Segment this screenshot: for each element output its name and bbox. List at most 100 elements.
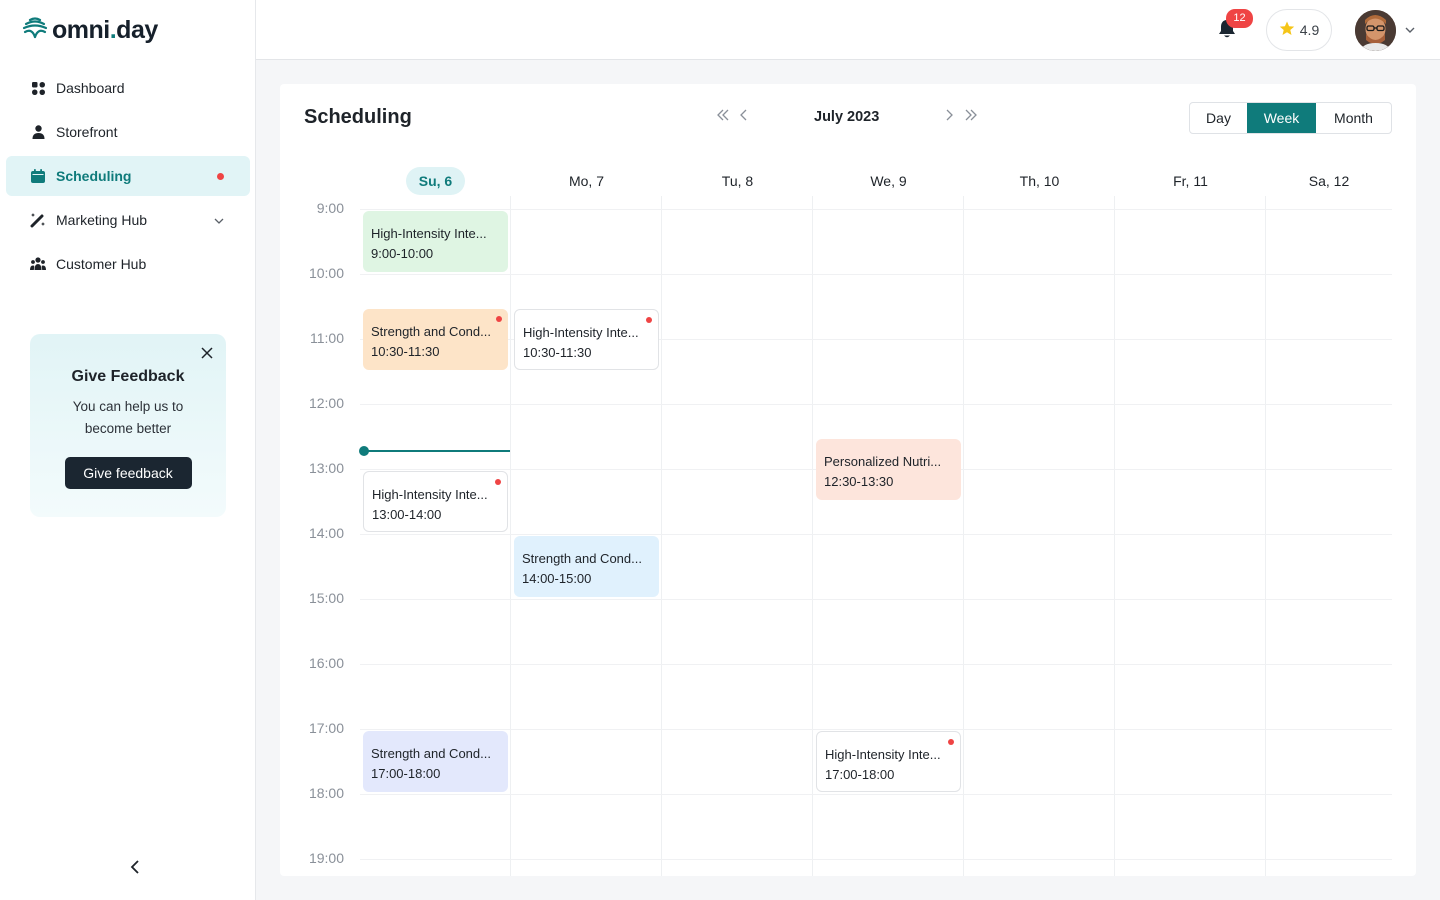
- hour-label: 15:00: [308, 590, 344, 606]
- event-title: Personalized Nutri...: [824, 453, 942, 469]
- current-time-dot: [359, 445, 369, 456]
- day-header-label: Sa, 12: [1308, 173, 1350, 189]
- day-header-label: We, 9: [870, 173, 907, 189]
- event-title: High-Intensity Inte...: [825, 747, 941, 762]
- previous-month-button[interactable]: [737, 108, 749, 126]
- event-notification-dot: [948, 739, 954, 745]
- star-icon: [1279, 21, 1295, 39]
- sidebar-item-customer-hub[interactable]: Customer Hub: [6, 244, 250, 284]
- chevron-down-icon[interactable]: [214, 213, 224, 229]
- magic-wand-icon: [30, 212, 46, 228]
- sidebar-item-label: Storefront: [56, 124, 118, 140]
- column-divider: [510, 196, 511, 876]
- day-header[interactable]: Mo, 7: [511, 166, 662, 196]
- sidebar-item-scheduling[interactable]: Scheduling: [6, 156, 250, 196]
- event-title: Strength and Cond...: [371, 746, 491, 761]
- hour-label: 14:00: [308, 525, 344, 541]
- hour-label: 12:00: [308, 395, 344, 411]
- day-header[interactable]: Su, 6: [360, 166, 511, 196]
- event-time: 14:00-15:00: [522, 571, 592, 586]
- day-header[interactable]: Tu, 8: [662, 166, 813, 196]
- hour-gridline: [360, 404, 1392, 405]
- current-time-line: [364, 449, 510, 452]
- previous-year-button[interactable]: [716, 108, 730, 126]
- event-time: 10:30-11:30: [523, 344, 592, 360]
- next-month-button[interactable]: [944, 108, 956, 126]
- hour-label: 19:00: [308, 850, 344, 866]
- chevron-down-icon[interactable]: [1404, 23, 1416, 41]
- sidebar-item-marketing-hub[interactable]: Marketing Hub: [6, 200, 250, 240]
- collapse-sidebar-icon[interactable]: [128, 859, 142, 875]
- calendar-event[interactable]: High-Intensity Inte... 17:00-18:00: [816, 731, 961, 792]
- day-header[interactable]: Fr, 11: [1115, 166, 1266, 196]
- day-header-label: Fr, 11: [1173, 173, 1208, 189]
- notification-count-badge: 12: [1226, 9, 1253, 28]
- calendar-event[interactable]: Strength and Cond... 14:00-15:00: [514, 536, 659, 597]
- sidebar-item-dashboard[interactable]: Dashboard: [6, 68, 250, 108]
- give-feedback-button[interactable]: Give feedback: [64, 457, 192, 489]
- scheduling-card: Scheduling July 2023 Day Week Month Su, …: [280, 84, 1416, 876]
- calendar-event[interactable]: Strength and Cond... 10:30-11:30: [363, 308, 508, 370]
- event-notification-dot: [496, 315, 502, 322]
- hour-label: 9:00: [316, 200, 344, 216]
- day-header-label: Th, 10: [1019, 173, 1060, 189]
- hour-label: 17:00: [308, 720, 344, 736]
- day-header[interactable]: Sa, 12: [1266, 166, 1392, 196]
- hour-gridline: [360, 794, 1392, 795]
- dashboard-grid-icon: [30, 80, 46, 96]
- calendar-event[interactable]: High-Intensity Inte... 10:30-11:30: [514, 308, 659, 370]
- event-title: Strength and Cond...: [522, 551, 642, 566]
- hour-label: 13:00: [308, 460, 344, 476]
- event-title: Strength and Cond...: [371, 323, 491, 339]
- hour-gridline: [360, 599, 1392, 600]
- column-divider: [812, 196, 813, 876]
- sidebar-item-label: Marketing Hub: [56, 212, 148, 228]
- rating-value: 4.9: [1299, 22, 1320, 38]
- column-divider: [963, 196, 964, 876]
- sidebar-item-label: Dashboard: [56, 80, 125, 96]
- hour-label: 18:00: [308, 785, 344, 801]
- close-icon[interactable]: [200, 346, 214, 360]
- calendar-event[interactable]: Strength and Cond... 17:00-18:00: [363, 731, 508, 792]
- hour-gridline: [360, 859, 1392, 860]
- hour-gridline: [360, 534, 1392, 535]
- day-header[interactable]: Th, 10: [964, 166, 1115, 196]
- feedback-card: Give Feedback You can help us to become …: [30, 334, 226, 517]
- hour-gridline: [360, 209, 1392, 210]
- calendar-event[interactable]: Personalized Nutri... 12:30-13:30: [816, 438, 961, 500]
- hour-label: 10:00: [308, 265, 344, 281]
- rating-badge[interactable]: 4.9: [1266, 9, 1332, 51]
- day-header-label: Mo, 7: [568, 173, 604, 189]
- sidebar-item-storefront[interactable]: Storefront: [6, 112, 250, 152]
- tab-day[interactable]: Day: [1190, 103, 1247, 133]
- feedback-body: You can help us to become better: [72, 399, 184, 436]
- event-title: High-Intensity Inte...: [523, 324, 639, 340]
- day-header-label: Su, 6: [405, 167, 466, 195]
- hour-label: 16:00: [308, 655, 344, 671]
- event-time: 9:00-10:00: [371, 246, 434, 261]
- calendar-event[interactable]: High-Intensity Inte... 9:00-10:00: [363, 211, 508, 272]
- event-time: 12:30-13:30: [824, 473, 894, 489]
- hour-label: 11:00: [310, 330, 344, 346]
- hour-gridline: [360, 729, 1392, 730]
- event-notification-dot: [646, 316, 652, 323]
- column-divider: [1114, 196, 1115, 876]
- tab-month[interactable]: Month: [1316, 103, 1391, 133]
- event-time: 10:30-11:30: [371, 343, 440, 359]
- event-title: High-Intensity Inte...: [371, 226, 487, 241]
- sidebar: omni.day Dashboard Storefront Scheduling: [0, 0, 256, 900]
- tab-week[interactable]: Week: [1247, 103, 1316, 133]
- column-divider: [1265, 196, 1266, 876]
- sidebar-item-label: Scheduling: [56, 168, 132, 184]
- sidebar-nav: Dashboard Storefront Scheduling Marketin…: [6, 68, 250, 288]
- calendar-event[interactable]: High-Intensity Inte... 13:00-14:00: [363, 471, 508, 532]
- logo[interactable]: omni.day: [22, 16, 158, 45]
- topbar: 12 4.9: [256, 0, 1440, 60]
- avatar[interactable]: [1355, 10, 1396, 51]
- hour-gridline: [360, 664, 1392, 665]
- logo-icon: [22, 17, 48, 44]
- next-year-button[interactable]: [964, 108, 978, 126]
- event-title: High-Intensity Inte...: [372, 487, 488, 502]
- user-icon: [30, 124, 46, 140]
- day-header[interactable]: We, 9: [813, 166, 964, 196]
